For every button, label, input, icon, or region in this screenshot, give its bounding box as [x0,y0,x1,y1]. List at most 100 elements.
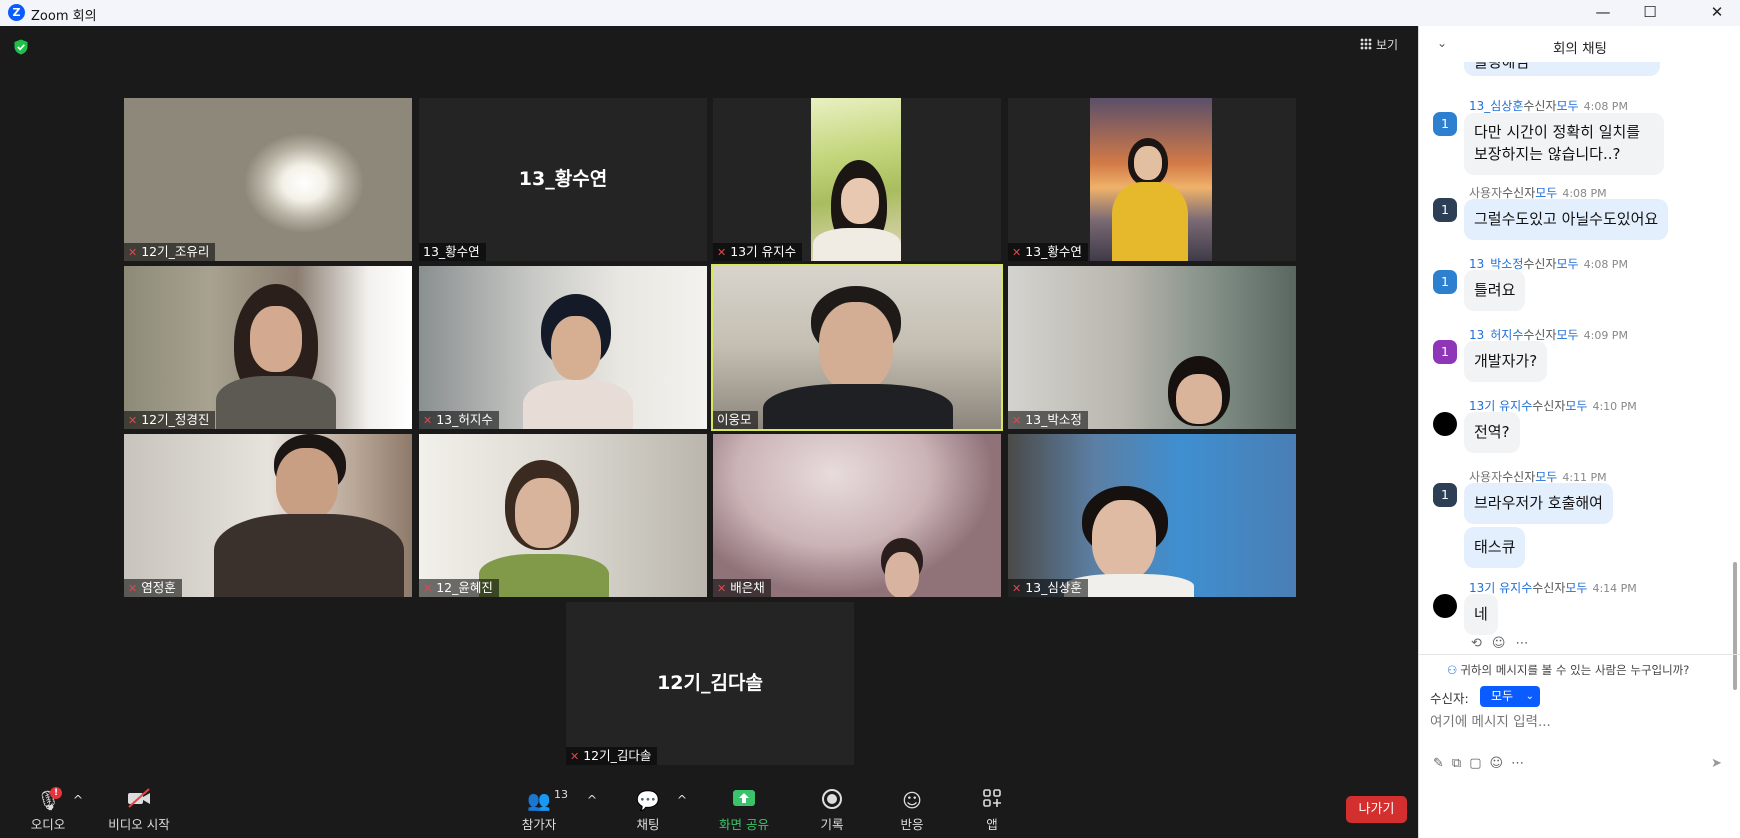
sender-name[interactable]: 13_허지수 [1469,328,1523,342]
participant-name-tag: ✕ 13_황수연 [1008,243,1088,261]
zoom-logo-icon: Z [8,4,25,21]
mic-muted-icon: ✕ [128,582,138,595]
chat-bubble: 다만 시간이 정확히 일치를 보장하지는 않습니다..? [1464,113,1664,175]
share-screen-button[interactable]: 화면 공유 [712,788,776,833]
video-tile[interactable]: ✕ 배은채 [713,434,1001,597]
video-tile[interactable]: ✕ 13기 유지수 [713,98,1001,261]
start-video-button[interactable]: 비디오 시작 [106,788,172,833]
video-tile-active-speaker[interactable]: 이웅모 [711,264,1003,431]
apps-button[interactable]: 앱 [976,788,1008,833]
chat-bubble: 개발자가? [1464,341,1548,382]
chevron-down-icon: ⌄ [1525,691,1534,702]
chat-bubble: 틀려요 [1464,270,1526,311]
recipient-label: 수신자: [1430,691,1469,706]
video-tile[interactable]: ✕ 12기_조유리 [124,98,412,261]
participants-button[interactable]: 👥 13 참가자 [518,788,568,833]
participant-name-tag: ✕ 12_윤혜진 [419,579,499,597]
maximize-button[interactable]: ☐ [1627,0,1673,26]
audio-label: 오디오 [30,817,66,832]
recipient-select[interactable]: 모두 ⌄ [1480,686,1540,707]
view-button[interactable]: 보기 [1360,36,1398,53]
participants-options-button[interactable]: ^ [586,792,598,807]
sender-name[interactable]: 사용자 [1469,186,1502,200]
participant-name-tag: ✕ 13_박소정 [1008,411,1088,429]
chat-bubble: 태스큐 [1464,527,1526,568]
participants-label: 참가자 [521,817,557,832]
sender-name[interactable]: 사용자 [1469,470,1502,484]
chat-panel: ⌄ 회의 채팅 클링해님 13_심상훈수신자모두 4:08 PM 1 다만 시간이… [1418,26,1740,838]
shield-icon[interactable] [13,39,29,55]
add-reaction-icon[interactable]: ☺ [1492,636,1516,651]
mic-muted-icon: ✕ [1012,246,1022,259]
message-input[interactable] [1430,712,1720,732]
audio-button[interactable]: 🎙! 오디오 [28,787,68,833]
compose-toolbar: ✎⧉▢☺⋯ [1433,756,1532,771]
screenshot-icon[interactable]: ⧉ [1452,756,1469,771]
smiley-plus-icon: ☺ [902,790,922,812]
participants-icon: 👥 [527,790,551,812]
sender-name[interactable]: 13기 유지수 [1469,581,1532,595]
avatar [1433,412,1457,436]
sender-name[interactable]: 13기 유지수 [1469,399,1532,413]
chat-bubble-icon: 💬 [636,790,660,812]
avatar: 1 [1433,198,1457,222]
mic-muted-icon: ✕ [1012,582,1022,595]
video-tile[interactable]: 13_황수연 13_황수연 [419,98,707,261]
minimize-button[interactable]: — [1580,0,1626,26]
video-tile[interactable]: ✕ 13_황수연 [1008,98,1296,261]
avatar: 1 [1433,483,1457,507]
message-actions: ⟲☺⋯ [1471,636,1538,651]
meeting-toolbar: 🎙! 오디오 ^ 비디오 시작 👥 13 참가자 ^ 💬 채팅 ^ 화면 공유 기… [0,778,1418,838]
participant-name-tag: ✕ 13_허지수 [419,411,499,429]
avatar: 1 [1433,340,1457,364]
emoji-icon[interactable]: ☺ [1490,756,1512,771]
participant-name-tag: ✕ 12기_정경진 [124,411,216,429]
send-icon: ➤ [1711,756,1722,771]
reply-icon[interactable]: ⟲ [1471,636,1492,651]
chat-message-list[interactable]: 클링해님 13_심상훈수신자모두 4:08 PM 1 다만 시간이 정확히 일치를… [1419,62,1731,682]
mic-muted-icon: ✕ [423,414,433,427]
audio-options-button[interactable]: ^ [72,792,84,807]
share-screen-icon [733,790,755,806]
more-icon[interactable]: ⋯ [1515,636,1538,651]
chat-title: 회의 채팅 [1553,41,1607,57]
sender-name[interactable]: 13_박소정 [1469,257,1523,271]
chat-scrollbar[interactable] [1733,62,1738,694]
more-icon[interactable]: ⋯ [1511,756,1532,771]
leave-button[interactable]: 나가기 [1346,796,1407,823]
caret-up-icon: ^ [586,792,598,807]
video-tile[interactable]: ✕ 13_허지수 [419,266,707,429]
share-screen-label: 화면 공유 [719,817,769,832]
video-tile[interactable]: 12기_김다솔 ✕ 12기_김다솔 [566,602,854,765]
apps-icon [983,789,1001,807]
record-label: 기록 [820,817,844,832]
video-tile[interactable]: ✕ 13_박소정 [1008,266,1296,429]
participant-display-name: 12기_김다솔 [657,672,763,694]
chat-options-button[interactable]: ^ [676,792,688,807]
avatar [1433,594,1457,618]
start-video-label: 비디오 시작 [108,817,170,832]
record-button[interactable]: 기록 [814,788,850,833]
chat-bubble: 브라우저가 호출해여 [1464,483,1613,524]
audio-warning-badge: ! [50,787,62,799]
reactions-label: 반응 [900,817,924,832]
video-tile[interactable]: ✕ 13_심상훈 [1008,434,1296,597]
video-tile[interactable]: ✕ 12_윤혜진 [419,434,707,597]
video-tile[interactable]: ✕ 12기_정경진 [124,266,412,429]
sender-name[interactable]: 13_심상훈 [1469,99,1523,113]
participant-name-tag: ✕ 13기 유지수 [713,243,803,261]
mic-muted-icon: ✕ [128,414,138,427]
attach-file-icon[interactable]: ▢ [1469,756,1489,771]
participant-display-name: 13_황수연 [518,168,608,190]
format-text-icon[interactable]: ✎ [1433,756,1452,771]
video-stage: 보기 ✕ 12기_조유리 13_황수연 13_황수연 ✕ 13기 유지수 ✕ 13_황… [0,26,1418,778]
participants-count: 13 [554,788,568,801]
chat-button[interactable]: 💬 채팅 [630,788,666,833]
send-button[interactable]: ➤ [1711,756,1722,771]
video-tile[interactable]: ✕ 염정훈 [124,434,412,597]
reactions-button[interactable]: ☺ 반응 [894,788,930,833]
apps-label: 앱 [986,817,998,832]
close-button[interactable]: ✕ [1694,0,1740,26]
grid-icon [1360,38,1372,50]
record-icon [822,789,842,809]
